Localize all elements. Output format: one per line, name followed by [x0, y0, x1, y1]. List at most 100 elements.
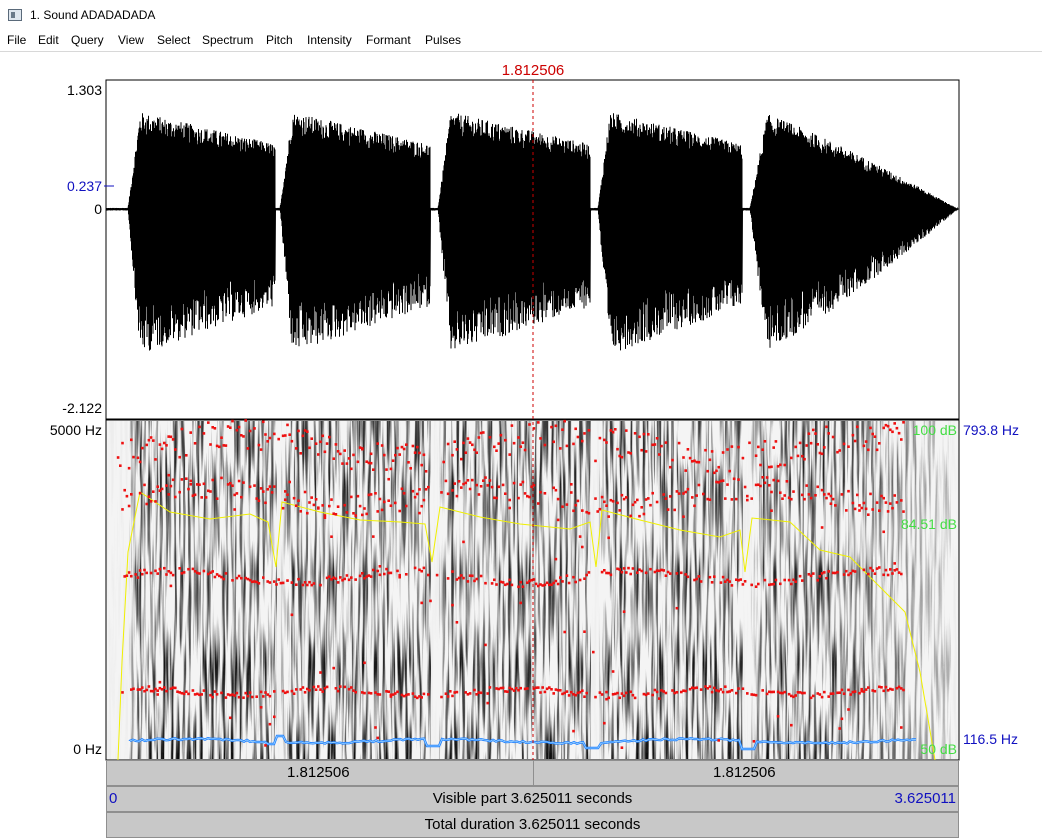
spectrogram-column — [723, 421, 725, 759]
formant-point — [332, 457, 335, 460]
formant-point — [319, 583, 322, 587]
menu-spectrum[interactable]: Spectrum — [202, 33, 253, 47]
spectrogram-column — [405, 421, 407, 759]
formant-point — [407, 693, 410, 696]
formant-point — [361, 447, 364, 451]
formant-point — [244, 419, 247, 422]
formant-point — [853, 507, 857, 511]
formant-point — [537, 421, 540, 424]
formant-point — [691, 496, 694, 499]
formant-point — [721, 479, 725, 482]
formant-point — [180, 478, 184, 481]
formant-point — [618, 509, 621, 512]
menu-pitch[interactable]: Pitch — [266, 33, 293, 47]
formant-point — [620, 746, 624, 749]
visible-part-bar[interactable]: 0 Visible part 3.625011 seconds 3.625011 — [106, 786, 959, 812]
formant-point — [770, 490, 773, 494]
spectrogram-column — [549, 421, 551, 759]
formant-point — [633, 696, 637, 700]
formant-point — [622, 567, 626, 570]
formant-point — [757, 582, 760, 586]
spectrogram-column — [307, 421, 309, 759]
formant-point — [125, 574, 129, 577]
formant-point — [345, 462, 349, 465]
formant-point — [138, 460, 142, 464]
menu-view[interactable]: View — [118, 33, 144, 47]
formant-point — [356, 460, 360, 464]
spectrogram-column — [785, 421, 787, 759]
formant-point — [528, 423, 531, 426]
formant-point — [651, 491, 654, 495]
formant-point — [138, 569, 142, 572]
spectrogram-column — [529, 421, 531, 759]
formant-point — [741, 687, 745, 690]
menu-query[interactable]: Query — [71, 33, 104, 47]
spectrogram-column — [159, 421, 161, 759]
menu-file[interactable]: File — [7, 33, 26, 47]
spectrogram-column — [769, 421, 771, 759]
formant-point — [578, 578, 582, 582]
formant-point — [633, 432, 637, 435]
menu-intensity[interactable]: Intensity — [307, 33, 352, 47]
formant-point — [257, 582, 261, 585]
formant-point — [468, 487, 472, 491]
formant-point — [730, 445, 734, 448]
formant-point — [398, 453, 401, 456]
spectrogram-column — [737, 421, 739, 759]
formant-point — [493, 445, 496, 449]
formant-point — [572, 442, 575, 446]
spectrogram-column — [583, 421, 585, 759]
formant-point — [253, 427, 256, 430]
spectrogram-column — [303, 421, 305, 759]
spectrogram-column — [829, 421, 831, 759]
formant-point — [616, 691, 619, 695]
formant-point — [673, 508, 676, 512]
formant-point — [262, 695, 265, 698]
formant-point — [145, 688, 148, 692]
formant-point — [259, 690, 263, 694]
formant-point — [878, 509, 881, 512]
formant-point — [134, 573, 137, 576]
spectrogram-column — [899, 421, 901, 759]
spectrogram-column — [387, 421, 389, 759]
formant-point — [229, 482, 232, 485]
menu-formant[interactable]: Formant — [366, 33, 411, 47]
formant-point — [576, 435, 580, 439]
formant-point — [303, 490, 307, 494]
formant-point — [167, 473, 170, 477]
formant-point — [521, 441, 525, 444]
spectrogram-column — [561, 421, 563, 759]
formant-point — [783, 578, 786, 582]
spectrogram-column — [851, 421, 853, 759]
spectrogram-column — [673, 421, 675, 759]
spectrogram-column — [917, 421, 919, 759]
spectrogram-column — [247, 421, 249, 759]
formant-point — [334, 687, 338, 690]
spectrogram-column — [777, 421, 779, 759]
formant-point — [728, 469, 731, 473]
total-duration-bar[interactable]: Total duration 3.625011 seconds — [106, 812, 959, 838]
formant-point — [301, 583, 305, 587]
spectrogram-column — [319, 421, 321, 759]
formant-point — [193, 493, 197, 497]
spectrogram-column — [257, 421, 259, 759]
formant-point — [567, 581, 571, 585]
formant-point — [387, 690, 390, 693]
formant-point — [264, 501, 267, 505]
spectrogram-column — [117, 421, 119, 759]
menu-select[interactable]: Select — [157, 33, 190, 47]
menu-edit[interactable]: Edit — [38, 33, 59, 47]
selection-time-bar[interactable]: 1.812506 1.812506 — [106, 760, 959, 786]
menu-pulses[interactable]: Pulses — [425, 33, 461, 47]
formant-point — [229, 716, 232, 720]
formant-point — [838, 691, 841, 694]
formant-point — [233, 508, 236, 511]
spectrogram-column — [949, 421, 951, 759]
spectrogram-column — [855, 421, 857, 759]
formant-point — [321, 434, 324, 438]
spectrogram-column — [255, 421, 257, 759]
spectrogram-column — [867, 421, 869, 759]
menu-bar: File Edit Query View Select Spectrum Pit… — [0, 31, 1042, 52]
formant-point — [396, 690, 399, 694]
formant-point — [526, 687, 529, 690]
